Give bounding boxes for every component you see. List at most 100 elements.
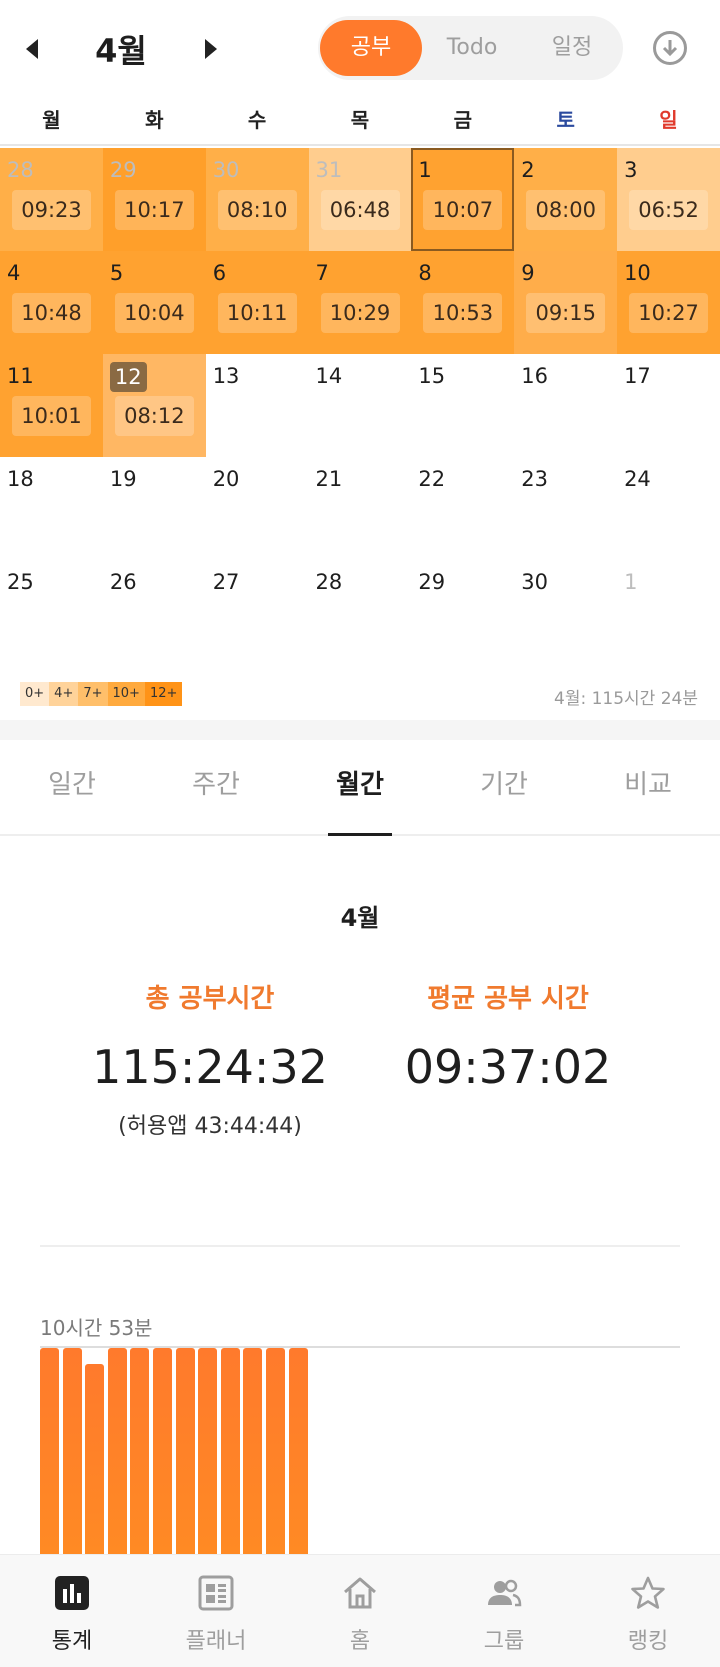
day-number: 22: [418, 467, 446, 491]
legend-level: 7+: [78, 682, 108, 706]
next-month-button[interactable]: [195, 34, 225, 64]
calendar-day[interactable]: 10 10:27: [617, 251, 720, 354]
calendar-day[interactable]: 19: [103, 457, 206, 560]
month-title[interactable]: 4월: [60, 26, 182, 72]
tab-period[interactable]: 기간: [432, 740, 576, 834]
chart-bar: [62, 1348, 82, 1554]
day-number: 11: [7, 364, 34, 388]
calendar-day[interactable]: 17: [617, 354, 720, 457]
day-number: 16: [521, 364, 548, 388]
segment-study[interactable]: 공부: [320, 20, 422, 76]
nav-label: 홈: [349, 1629, 371, 1654]
segment-todo[interactable]: Todo: [422, 20, 522, 76]
calendar-day[interactable]: 27: [206, 560, 309, 663]
legend-level: 12+: [144, 682, 183, 706]
chart-bar: [220, 1348, 240, 1554]
calendar-day[interactable]: 14: [309, 354, 412, 457]
calendar-day[interactable]: 9 09:15: [514, 251, 618, 354]
day-number: 15: [418, 364, 446, 388]
tab-daily[interactable]: 일간: [0, 740, 144, 834]
calendar-day-selected[interactable]: 1 10:07: [411, 148, 515, 251]
day-number: 29: [418, 570, 446, 594]
day-number: 1: [418, 158, 432, 182]
calendar-day[interactable]: 29: [411, 560, 514, 663]
chart-bar: [288, 1348, 308, 1554]
calendar-day[interactable]: 15: [411, 354, 514, 457]
chart-bar: [130, 1348, 150, 1554]
nav-group[interactable]: 그룹: [432, 1555, 576, 1667]
caret-left-icon: [26, 39, 38, 59]
day-number: 4: [7, 261, 21, 285]
calendar-day[interactable]: 24: [617, 457, 720, 560]
calendar-grid: 28 09:23 29 10:17 30 08:10 31 06:48 1 10:07 2…: [0, 148, 720, 663]
calendar-day[interactable]: 2 08:00: [514, 148, 618, 251]
day-number: 30: [521, 570, 548, 594]
nav-label: 그룹: [483, 1629, 525, 1654]
calendar-day[interactable]: 5 10:04: [102, 251, 206, 354]
calendar-day[interactable]: 7 10:29: [308, 251, 412, 354]
star-icon: [631, 1576, 665, 1609]
planner-icon: [198, 1575, 234, 1611]
day-number: 30: [212, 158, 240, 182]
tab-compare[interactable]: 비교: [576, 740, 720, 834]
calendar-day[interactable]: 21: [309, 457, 412, 560]
prev-month-button[interactable]: [18, 34, 48, 64]
calendar-day[interactable]: 13: [206, 354, 309, 457]
calendar-day[interactable]: 31 06:48: [308, 148, 412, 251]
day-number: 25: [7, 570, 34, 594]
calendar-day[interactable]: 28: [309, 560, 412, 663]
download-icon[interactable]: [652, 30, 688, 66]
weekday-thu: 목: [350, 108, 370, 132]
day-study-time: 10:48: [12, 293, 91, 333]
calendar-day-today[interactable]: 12 08:12: [102, 354, 206, 457]
calendar-day[interactable]: 26: [103, 560, 206, 663]
day-study-time: 10:27: [629, 293, 709, 333]
chart-max-label: 10시간 53분: [40, 1316, 153, 1340]
calendar-day[interactable]: 4 10:48: [0, 251, 103, 354]
calendar-day[interactable]: 22: [411, 457, 514, 560]
calendar-day[interactable]: 30 08:10: [205, 148, 309, 251]
day-study-time: 10:17: [114, 190, 194, 230]
calendar-day[interactable]: 25: [0, 560, 103, 663]
nav-label: 통계: [51, 1629, 93, 1654]
home-icon: [344, 1577, 376, 1609]
day-number: 7: [315, 261, 329, 285]
nav-stats[interactable]: 통계: [0, 1555, 144, 1667]
tab-monthly[interactable]: 월간: [288, 740, 432, 836]
nav-planner[interactable]: 플래너: [144, 1555, 288, 1667]
calendar-day[interactable]: 16: [514, 354, 617, 457]
calendar-week: 11 10:01 12 08:12 13 14 15 16 17: [0, 354, 720, 457]
day-number: 1: [624, 570, 638, 594]
calendar-day[interactable]: 29 10:17: [102, 148, 206, 251]
calendar-day[interactable]: 1: [617, 560, 720, 663]
calendar-day[interactable]: 11 10:01: [0, 354, 103, 457]
day-study-time: 10:11: [217, 293, 297, 333]
nav-home[interactable]: 홈: [288, 1555, 432, 1667]
calendar-day[interactable]: 23: [514, 457, 617, 560]
day-number: 17: [624, 364, 651, 388]
day-number: 6: [212, 261, 227, 285]
calendar-day[interactable]: 6 10:11: [205, 251, 309, 354]
divider: [40, 1245, 680, 1247]
tab-weekly[interactable]: 주간: [144, 740, 288, 834]
calendar-day[interactable]: 20: [206, 457, 309, 560]
day-number: 21: [315, 467, 343, 491]
total-study-value: 115:24:32: [92, 1040, 328, 1094]
bottom-navigation: 통계 플래너 홈 그룹 랭킹: [0, 1554, 720, 1667]
chart-bar: [85, 1364, 105, 1554]
nav-ranking[interactable]: 랭킹: [576, 1555, 720, 1667]
calendar-day[interactable]: 28 09:23: [0, 148, 103, 251]
section-divider: [0, 720, 720, 740]
calendar-day[interactable]: 18: [0, 457, 103, 560]
calendar-day[interactable]: 8 10:53: [411, 251, 515, 354]
calendar-day[interactable]: 30: [514, 560, 617, 663]
day-number: 23: [521, 467, 548, 491]
weekday-sun: 일: [659, 108, 678, 132]
calendar-day[interactable]: 3 06:52: [617, 148, 720, 251]
day-number: 12: [109, 362, 147, 392]
segment-schedule[interactable]: 일정: [522, 20, 622, 76]
day-number: 14: [315, 364, 343, 388]
chart-bar: [40, 1348, 59, 1554]
day-number: 28: [315, 570, 343, 594]
avg-study-label: 평균 공부 시간: [427, 984, 589, 1014]
